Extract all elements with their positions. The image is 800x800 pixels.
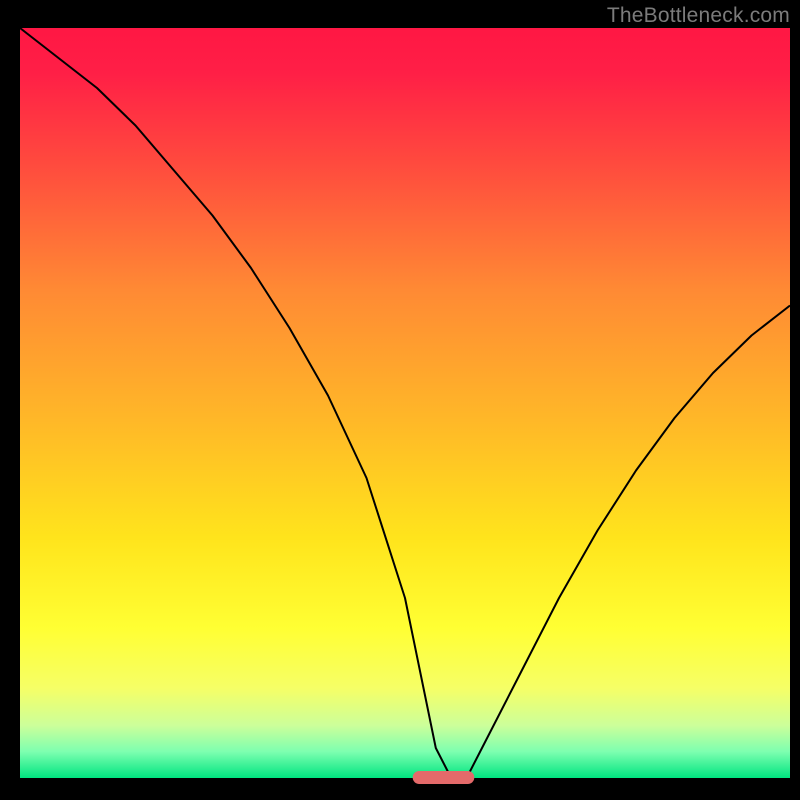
optimal-range-marker [413,771,475,784]
watermark-text: TheBottleneck.com [607,4,790,28]
plot-background [20,28,790,778]
bottleneck-chart [0,0,800,800]
chart-frame: TheBottleneck.com [0,0,800,800]
